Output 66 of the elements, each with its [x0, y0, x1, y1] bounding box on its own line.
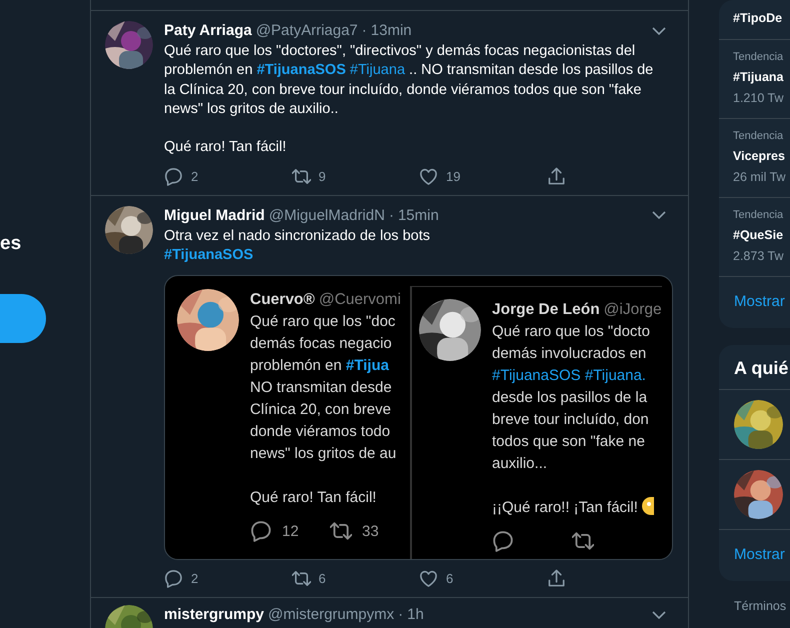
reply-icon[interactable]	[164, 166, 183, 186]
retweet-icon[interactable]	[292, 166, 310, 186]
hashtag-link[interactable]: #Tijuana.	[584, 367, 646, 384]
chevron-down-icon[interactable]	[652, 610, 666, 619]
trend-title[interactable]: #TipoDe	[733, 7, 790, 29]
tweet-count: 2.873 Tw	[733, 248, 785, 265]
heart-icon[interactable]	[419, 569, 438, 588]
retweet-count: 6	[318, 571, 326, 586]
separator-dot: ·	[362, 21, 367, 40]
trend-category: Tendencia	[733, 129, 784, 144]
hashtag-link[interactable]: #Tijuana	[350, 62, 406, 78]
like-count: 6	[446, 571, 454, 586]
hashtag-link[interactable]: #TijuanaSOS	[164, 247, 254, 264]
user-handle: @Cuervomi	[318, 290, 401, 310]
card-title: A quié	[719, 345, 790, 390]
retweet-count: 33	[362, 522, 379, 540]
show-more-link[interactable]: Mostrar	[719, 277, 790, 328]
reply-count: 2	[191, 571, 198, 586]
user-name[interactable]: Miguel Madrid	[164, 206, 265, 225]
tweet-time[interactable]: 13min	[370, 21, 412, 40]
separator-dot: ·	[388, 206, 394, 225]
retweet-icon[interactable]	[572, 530, 594, 552]
reply-icon[interactable]	[492, 530, 514, 552]
chevron-down-icon[interactable]	[652, 26, 666, 34]
trend-title[interactable]: Vicepres	[733, 145, 790, 167]
show-more-link[interactable]: Mostrar	[719, 530, 790, 581]
tweet-count: 1.210 Tw	[733, 90, 785, 107]
chevron-down-icon[interactable]	[652, 211, 666, 220]
tweet-button[interactable]	[0, 294, 46, 343]
user-handle[interactable]: @MiguelMadridN	[268, 206, 385, 225]
retweet-icon[interactable]	[330, 520, 352, 542]
reply-count: 2	[191, 168, 198, 184]
user-name[interactable]: mistergrumpy	[164, 605, 264, 624]
user-name[interactable]: Paty Arriaga	[164, 21, 252, 40]
terms-link[interactable]: Términos	[734, 599, 790, 613]
tweet-text: Qué raro que los "doctores", "directivos" y demás focas negacionistas del problemón en #TijuanaSOS #Tijuana .. NO transmitan desde los pasillos de la Clínica 20, con breve tour incluído, donde viéramos todos que son "fake news" los gritos de auxilio.. Qué raro! Tan fácil!	[164, 42, 654, 158]
tweet-text: Qué raro que los "docto demás involucrados en #TijuanaSOS #Tijuana. desde los pasillos de la breve tour incluído, don todos que son "fake ne auxilio... ¡¡Qué raro!! ¡Tan fácil!	[492, 321, 662, 520]
trend-title[interactable]: #QueSie	[733, 224, 790, 246]
retweet-icon[interactable]	[292, 569, 310, 588]
tweet-text: Otra vez el nado sincronizado de los bots #TijuanaSOS	[164, 226, 431, 266]
user-handle[interactable]: @mistergrumpymx	[268, 605, 394, 624]
like-count: 19	[446, 168, 460, 184]
hashtag-link[interactable]: #TijuanaSOS	[256, 62, 350, 78]
tweet-time[interactable]: 1h	[407, 605, 424, 624]
user-name: Cuervo®	[250, 290, 315, 310]
retweet-count: 9	[318, 168, 326, 184]
tweet-count: 26 mil Tw	[733, 169, 787, 186]
trend-category: Tendencia	[733, 50, 784, 65]
share-icon[interactable]	[546, 569, 566, 588]
tweet-time[interactable]: 15min	[398, 206, 439, 225]
trend-title[interactable]: #Tijuana	[733, 66, 790, 88]
separator-dot: ·	[398, 605, 404, 624]
user-name: Jorge De León	[492, 300, 600, 320]
hashtag-link[interactable]: #Tijua	[346, 357, 389, 374]
user-handle: @iJorge	[604, 300, 662, 320]
nav-label[interactable]: es	[0, 232, 90, 256]
reply-icon[interactable]	[164, 569, 183, 588]
share-icon[interactable]	[546, 166, 566, 186]
heart-icon[interactable]	[419, 166, 438, 186]
media-card[interactable]	[164, 275, 673, 560]
tweet-text: Qué raro que los "doc demás focas negacio problemón en #Tijua NO transmitan desde Clínica 20, con breve donde viéramos todo news" los gritos de au Qué raro! Tan fácil!	[250, 312, 398, 508]
reply-count: 12	[282, 522, 299, 540]
reply-icon[interactable]	[250, 520, 272, 542]
user-handle[interactable]: @PatyArriaga7	[256, 21, 358, 40]
trend-category: Tendencia	[733, 208, 784, 223]
hashtag-link[interactable]: #TijuanaSOS	[492, 367, 585, 384]
